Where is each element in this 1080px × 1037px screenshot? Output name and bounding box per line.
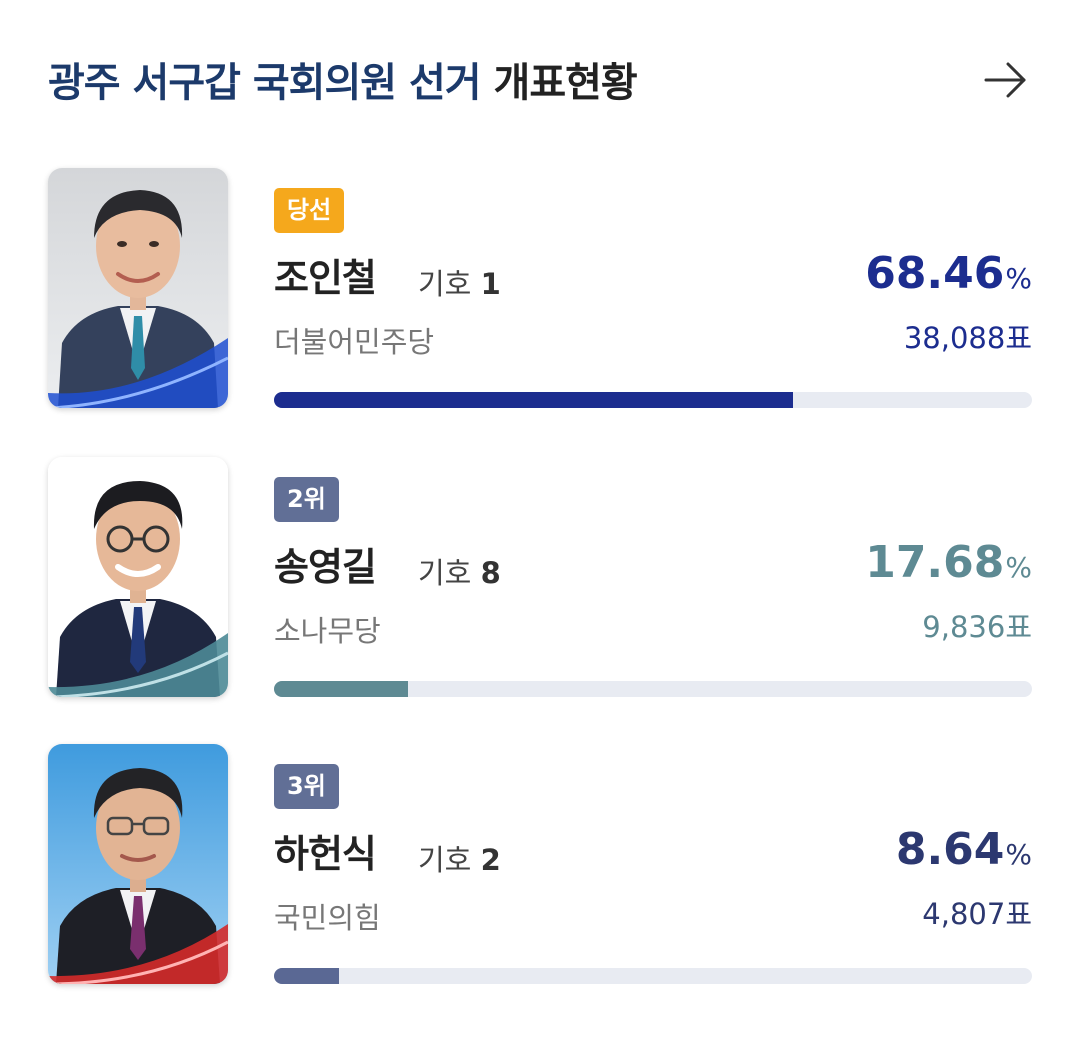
vote-count: 9,836표 — [922, 610, 1032, 644]
vote-share-bar — [274, 681, 1032, 697]
vote-share-fill — [274, 392, 793, 408]
header: 광주 서구갑 국회의원 선거 개표현황 — [48, 50, 1038, 120]
percent-value: 17.68 — [865, 537, 1005, 588]
vote-count: 4,807표 — [922, 897, 1032, 931]
number-label: 기호 — [418, 843, 472, 877]
vote-share-fill — [274, 968, 339, 984]
arrow-right-icon[interactable] — [980, 54, 1032, 106]
candidate-name: 조인철 — [274, 256, 377, 300]
candidate-photo — [48, 744, 228, 984]
candidate-card[interactable]: 3위 하헌식 기호 2 국민의힘 8.64% 4,807표 — [48, 744, 1038, 994]
percent-unit: % — [1005, 838, 1032, 871]
candidate-card[interactable]: 2위 송영길 기호 8 소나무당 17.68% 9,836표 — [48, 457, 1038, 707]
candidate-name: 하헌식 — [274, 832, 377, 876]
number-value: 8 — [480, 556, 501, 590]
vote-percent: 17.68% — [865, 533, 1032, 598]
party-name: 국민의힘 — [274, 901, 381, 935]
page-title: 광주 서구갑 국회의원 선거 개표현황 — [48, 50, 638, 116]
percent-unit: % — [1005, 551, 1032, 584]
vote-share-bar — [274, 392, 1032, 408]
percent-value: 68.46 — [865, 248, 1005, 299]
candidate-number: 기호 8 — [418, 553, 501, 593]
vote-count: 38,088표 — [903, 321, 1032, 355]
candidate-photo — [48, 168, 228, 408]
vote-percent: 68.46% — [865, 244, 1032, 309]
percent-value: 8.64 — [895, 824, 1005, 875]
candidate-info: 3위 하헌식 기호 2 국민의힘 8.64% 4,807표 — [274, 744, 1032, 984]
candidate-name: 송영길 — [274, 545, 377, 589]
number-label: 기호 — [418, 267, 472, 301]
number-label: 기호 — [418, 556, 472, 590]
candidate-card[interactable]: 당선 조인철 기호 1 더불어민주당 68.46% 38,088표 — [48, 168, 1038, 418]
winner-badge: 당선 — [274, 188, 345, 233]
rank-badge: 3위 — [274, 764, 339, 809]
number-value: 1 — [480, 267, 501, 301]
vote-percent: 8.64% — [896, 820, 1032, 885]
rank-badge: 2위 — [274, 477, 339, 522]
party-name: 더불어민주당 — [274, 325, 435, 359]
vote-share-bar — [274, 968, 1032, 984]
candidate-number: 기호 2 — [418, 840, 501, 880]
candidate-info: 2위 송영길 기호 8 소나무당 17.68% 9,836표 — [274, 457, 1032, 697]
title-suffix: 개표현황 — [493, 60, 638, 106]
party-name: 소나무당 — [274, 614, 381, 648]
number-value: 2 — [480, 843, 501, 877]
candidate-photo — [48, 457, 228, 697]
title-region: 광주 서구갑 국회의원 선거 — [48, 60, 482, 106]
vote-share-fill — [274, 681, 408, 697]
candidate-number: 기호 1 — [418, 264, 501, 304]
candidate-info: 당선 조인철 기호 1 더불어민주당 68.46% 38,088표 — [274, 168, 1032, 408]
percent-unit: % — [1005, 262, 1032, 295]
